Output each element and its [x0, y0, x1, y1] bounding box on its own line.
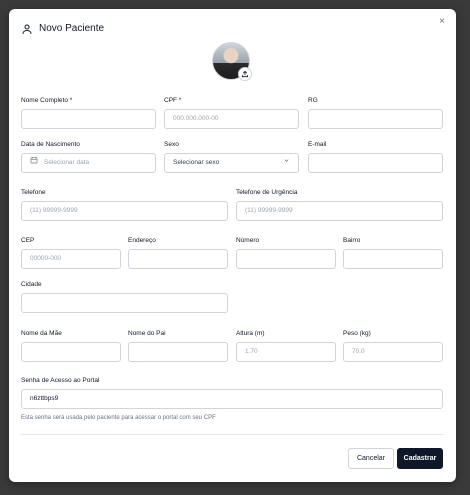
field-cpf: CPF * 000.000.000-00: [164, 96, 299, 129]
field-bairro: Bairro: [343, 236, 443, 269]
peso-input[interactable]: 70.0: [343, 342, 443, 362]
telefone-label: Telefone: [21, 189, 46, 196]
cpf-label: CPF *: [164, 97, 182, 104]
cep-label: CEP: [21, 237, 35, 244]
numero-label: Número: [236, 237, 260, 244]
cidade-input[interactable]: [21, 293, 228, 313]
telefone-urgencia-input[interactable]: (11) 99999-9999: [236, 201, 443, 221]
field-email: E-mail: [308, 140, 443, 173]
dialog-header: Novo Paciente: [21, 22, 104, 34]
cidade-label: Cidade: [21, 281, 42, 288]
senha-input[interactable]: n6zttbps9: [21, 389, 443, 409]
avatar-upload[interactable]: [212, 42, 252, 81]
altura-input[interactable]: 1.70: [236, 342, 336, 362]
field-telefone: Telefone (11) 99999-9999: [21, 188, 228, 221]
data-nascimento-picker[interactable]: Selecionar data: [21, 153, 156, 173]
cancel-button[interactable]: Cancelar: [348, 448, 394, 469]
field-senha: Senha de Acesso ao Portal n6zttbps9: [21, 376, 443, 409]
bairro-label: Bairro: [343, 237, 361, 244]
nome-completo-input[interactable]: [21, 109, 156, 129]
user-icon: [21, 22, 33, 34]
field-rg: RG: [308, 96, 443, 129]
close-icon[interactable]: ×: [436, 16, 448, 28]
sexo-label: Sexo: [164, 141, 179, 148]
field-sexo: Sexo Selecionar sexo: [164, 140, 299, 173]
data-nascimento-placeholder: Selecionar data: [44, 159, 90, 166]
cpf-input[interactable]: 000.000.000-00: [164, 109, 299, 129]
field-peso: Peso (kg) 70.0: [343, 329, 443, 362]
field-cep: CEP 00000-000: [21, 236, 121, 269]
email-label: E-mail: [308, 141, 327, 148]
telefone-input[interactable]: (11) 99999-9999: [21, 201, 228, 221]
senha-label: Senha de Acesso ao Portal: [21, 377, 100, 384]
nome-pai-input[interactable]: [128, 342, 228, 362]
field-data-nascimento: Data de Nascimento Selecionar data: [21, 140, 156, 173]
dialog-title: Novo Paciente: [39, 22, 105, 34]
nome-mae-label: Nome da Mãe: [21, 330, 62, 337]
footer-divider: [21, 434, 444, 435]
upload-icon[interactable]: [238, 67, 252, 81]
data-nascimento-label: Data de Nascimento: [21, 141, 80, 148]
field-nome-pai: Nome do Pai: [128, 329, 228, 362]
field-numero: Número: [236, 236, 336, 269]
nome-mae-input[interactable]: [21, 342, 121, 362]
field-altura: Altura (m) 1.70: [236, 329, 336, 362]
rg-label: RG: [308, 97, 318, 104]
email-input[interactable]: [308, 153, 443, 173]
new-patient-dialog: Novo Paciente × Nome Completo * CPF * 00…: [9, 9, 456, 482]
field-endereco: Endereço: [128, 236, 228, 269]
sexo-select[interactable]: Selecionar sexo: [164, 153, 299, 173]
field-nome-mae: Nome da Mãe: [21, 329, 121, 362]
sexo-placeholder: Selecionar sexo: [173, 159, 220, 166]
bairro-input[interactable]: [343, 249, 443, 269]
chevron-down-icon: [283, 154, 290, 172]
field-telefone-urgencia: Telefone de Urgência (11) 99999-9999: [236, 188, 443, 221]
rg-input[interactable]: [308, 109, 443, 129]
nome-pai-label: Nome do Pai: [128, 330, 166, 337]
peso-label: Peso (kg): [343, 330, 371, 337]
nome-completo-label: Nome Completo *: [21, 97, 73, 104]
endereco-label: Endereço: [128, 237, 156, 244]
telefone-urgencia-label: Telefone de Urgência: [236, 189, 298, 196]
senha-hint: Esta senha será usada pelo paciente para…: [21, 415, 216, 421]
altura-label: Altura (m): [236, 330, 265, 337]
field-cidade: Cidade: [21, 280, 228, 313]
calendar-icon: [30, 154, 38, 172]
field-nome-completo: Nome Completo *: [21, 96, 156, 129]
cep-input[interactable]: 00000-000: [21, 249, 121, 269]
numero-input[interactable]: [236, 249, 336, 269]
endereco-input[interactable]: [128, 249, 228, 269]
submit-button[interactable]: Cadastrar: [397, 448, 443, 469]
